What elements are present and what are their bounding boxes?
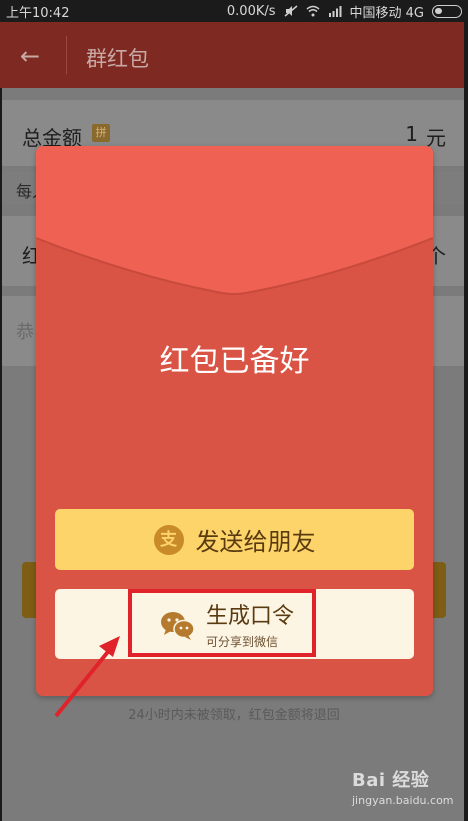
packet-flap	[36, 146, 433, 295]
send-to-friends-button[interactable]: 支 发送给朋友	[55, 509, 414, 570]
network-speed: 0.00K/s	[226, 3, 276, 19]
highlight-box	[128, 589, 316, 657]
packet-title: 红包已备好	[159, 344, 310, 379]
carrier-label: 中国移动 4G	[349, 5, 424, 21]
app-titlebar: ← 群红包	[0, 22, 464, 88]
status-bar: 上午10:42 0.00K/s 中国移动 4G	[0, 0, 468, 22]
alipay-icon: 支	[153, 524, 184, 555]
status-time: 上午10:42	[6, 5, 70, 21]
mute-icon	[284, 5, 297, 17]
signal-icon	[328, 6, 342, 17]
message-placeholder: 恭	[16, 322, 34, 343]
watermark-url: jingyan.baidu.com	[352, 794, 454, 807]
arrow-left-icon[interactable]: ←	[20, 44, 40, 68]
total-amount-value: 1	[405, 122, 418, 146]
battery-icon	[432, 4, 462, 18]
refund-notice: 24小时内未被领取，红包金额将退回	[128, 708, 340, 723]
page-title: 群红包	[86, 47, 149, 71]
watermark-brand: Bai 经验	[352, 770, 430, 791]
pin-badge: 拼	[92, 124, 110, 142]
baidu-watermark: Bai 经验 jingyan.baidu.com	[352, 766, 462, 816]
send-to-friends-label: 发送给朋友	[195, 528, 316, 556]
titlebar-divider	[66, 36, 67, 74]
wifi-icon	[306, 5, 319, 17]
